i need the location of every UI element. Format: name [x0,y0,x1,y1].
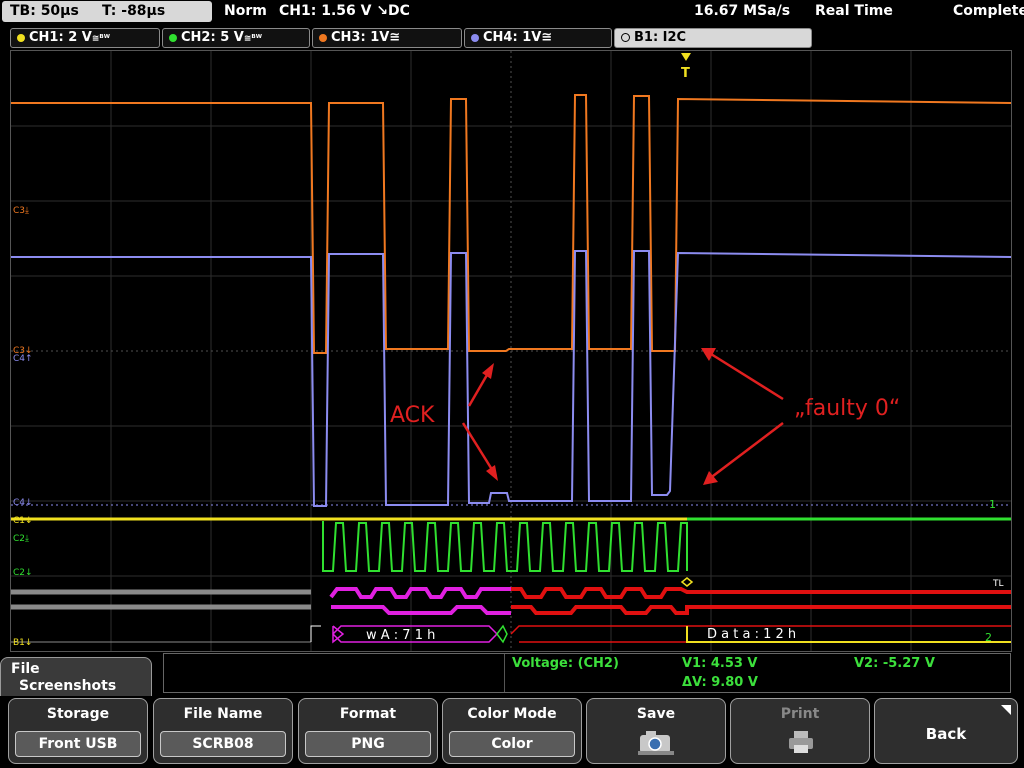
c3-top-marker: C3⤓ [13,206,29,216]
ch3-coupling: ≅ [389,30,401,45]
corner-arrow-icon [1001,705,1011,715]
ch2-dot-icon [169,33,177,42]
menu-title-line2: Screenshots [19,678,117,694]
bus-scl-red [511,605,1011,615]
grid-center-axes [11,51,1011,651]
ch1-coupling: ≅ᴮᵂ [91,34,110,44]
color-mode-value: Color [449,731,575,757]
measurement-panel: Voltage: (CH2) V1: 4.53 V V2: -5.27 V ΔV… [163,653,1011,693]
measurement-divider [504,654,505,692]
ch1-dot-icon [17,33,25,42]
ch3-dot-icon [319,33,327,42]
right-marker-2: 2 [985,631,992,644]
storage-label: Storage [46,706,110,722]
ch2-label: CH2: 5 V [181,30,244,45]
bus-sda-magenta [329,587,511,599]
color-mode-softkey[interactable]: Color Mode Color [442,698,582,764]
ch2-coupling: ≅ᴮᵂ [243,34,262,44]
trigger-mode[interactable]: Norm [224,3,267,19]
decode-ack-frame [496,624,508,644]
acquisition-state: Complete [953,3,1024,19]
c2-bottom-marker: C2↓ [13,568,33,578]
trigger-setting[interactable]: CH1: 1.56 V ↘DC [279,3,410,19]
ack-annotation: ACK [390,403,435,428]
waveform-display[interactable]: w A : 7 1 h D a t a : 1 2 h T C3⤓ C3↓ C4… [10,50,1012,652]
faulty-annotation: „faulty 0“ [794,396,900,421]
channel-2-chip[interactable]: CH2: 5 V≅ᴮᵂ [162,28,310,48]
file-name-softkey[interactable]: File Name SCRB08 [153,698,293,764]
c4-bottom-marker: C4↓ [13,498,33,508]
print-label: Print [780,706,820,722]
format-label: Format [339,706,397,722]
back-label: Back [925,725,967,743]
ch4-dot-icon [471,33,479,42]
softkey-bar: Storage Front USB File Name SCRB08 Forma… [0,696,1024,768]
decode-address: w A : 7 1 h [366,628,435,643]
channel-bar: CH1: 2 V≅ᴮᵂ CH2: 5 V≅ᴮᵂ CH3: 1V≅ CH4: 1V… [0,26,1024,48]
storage-softkey[interactable]: Storage Front USB [8,698,148,764]
trigger-arrow-icon [681,53,691,61]
menu-title-tab: File Screenshots [0,657,152,697]
camera-icon [638,731,674,755]
ch4-coupling: ≅ [541,30,553,45]
timebase: TB: 50µs [10,3,79,19]
file-name-value: SCRB08 [160,731,286,757]
decode-start-marker [310,625,321,642]
save-button[interactable]: Save [586,698,726,764]
ack-arrowhead-up-icon [482,363,494,379]
ack-arrowhead-down-icon [486,465,498,481]
back-button[interactable]: Back [874,698,1018,764]
bus-dot-icon [621,33,630,42]
menu-title-line1: File [11,661,40,677]
print-button[interactable]: Print [730,698,870,764]
timebase-box[interactable]: TB: 50µs T: -88µs [2,1,212,22]
measurement-delta-v: ΔV: 9.80 V [682,675,758,690]
c1-marker: C1↓ [13,516,33,526]
color-mode-label: Color Mode [467,706,557,722]
storage-value: Front USB [15,731,141,757]
file-name-label: File Name [183,706,263,722]
trigger-marker: T [681,66,690,81]
channel-1-chip[interactable]: CH1: 2 V≅ᴮᵂ [10,28,160,48]
format-value: PNG [305,731,431,757]
tl-marker: TL [992,579,1004,589]
bus-label: B1: I2C [634,30,687,45]
ch3-trace [11,94,1011,354]
bus-1-chip[interactable]: B1: I2C [614,28,812,48]
save-label: Save [636,706,676,722]
channel-4-chip[interactable]: CH4: 1V≅ [464,28,612,48]
c2-top-marker: C2⤓ [13,534,29,544]
printer-icon [789,731,813,753]
decode-data: D a t a : 1 2 h [707,627,796,642]
ch2-trace [322,521,688,572]
acquisition-mode[interactable]: Real Time [815,3,893,19]
channel-3-chip[interactable]: CH3: 1V≅ [312,28,462,48]
ch4-label: CH4: 1V [483,30,542,45]
b1-marker: B1↓ [13,638,32,648]
measurement-v2: V2: -5.27 V [854,656,935,671]
waveform-svg: w A : 7 1 h D a t a : 1 2 h T C3⤓ C3↓ C4… [11,51,1011,651]
ch1-label: CH1: 2 V [29,30,92,45]
faulty-arrows [708,352,784,480]
trigger-level-diamond-icon [680,577,694,587]
measurement-v1: V1: 4.53 V [682,656,758,671]
status-bar: TB: 50µs T: -88µs Norm CH1: 1.56 V ↘DC 1… [0,0,1024,24]
right-marker-1: 1 [989,498,996,511]
bus-sda-red [511,587,1011,599]
format-softkey[interactable]: Format PNG [298,698,438,764]
c4-mid-marker: C4↑ [13,354,33,364]
measurement-source: Voltage: (CH2) [512,656,619,671]
trigger-time: T: -88µs [102,3,166,19]
bus-scl-magenta [331,605,511,615]
ch3-label: CH3: 1V [331,30,390,45]
sample-rate: 16.67 MSa/s [694,3,791,19]
